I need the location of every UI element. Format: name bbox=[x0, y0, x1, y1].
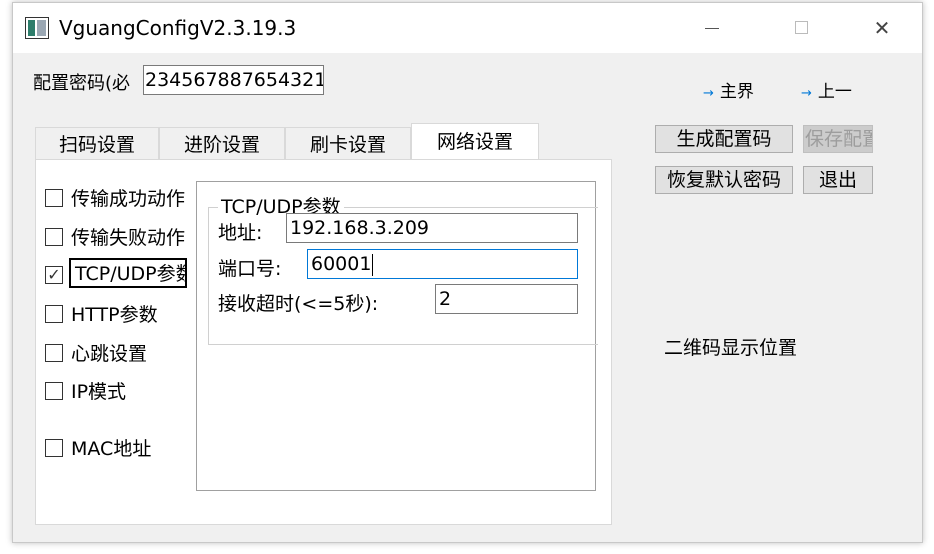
qr-code-placeholder: 二维码显示位置 bbox=[664, 337, 798, 359]
address-label: 地址: bbox=[218, 222, 263, 244]
window-title: VguangConfigV2.3.19.3 bbox=[59, 16, 297, 40]
app-window: VguangConfigV2.3.19.3 ✕ 配置密码(必 234567887… bbox=[12, 2, 923, 543]
tab-card-settings[interactable]: 刷卡设置 bbox=[285, 127, 411, 159]
arrow-icon: → bbox=[801, 86, 812, 101]
check-icon: ✓ bbox=[47, 265, 61, 284]
minimize-button[interactable] bbox=[689, 9, 735, 47]
port-value: 60001 bbox=[311, 253, 372, 275]
nav-main-link[interactable]: → 主界 bbox=[703, 77, 754, 102]
checkbox-label: 传输成功动作 bbox=[71, 188, 186, 210]
checkbox-box[interactable] bbox=[45, 344, 63, 362]
checkbox-label: 心跳设置 bbox=[71, 343, 148, 365]
save-config-label: 保存配置 bbox=[804, 128, 872, 150]
address-input[interactable]: 192.168.3.209 bbox=[286, 213, 578, 243]
restore-default-password-button[interactable]: 恢复默认密码 bbox=[655, 166, 793, 194]
checkbox-box[interactable] bbox=[45, 439, 63, 457]
exit-button[interactable]: 退出 bbox=[803, 166, 873, 194]
checkbox-mac-address[interactable]: MAC地址 bbox=[45, 436, 187, 462]
checkbox-box[interactable] bbox=[45, 382, 63, 400]
checkbox-box[interactable] bbox=[45, 228, 63, 246]
maximize-icon bbox=[795, 21, 808, 34]
arrow-icon: → bbox=[703, 86, 714, 101]
checkbox-label: TCP/UDP参数 bbox=[69, 258, 187, 288]
checkbox-label: IP模式 bbox=[71, 381, 127, 403]
nav-prev-link[interactable]: → 上一 bbox=[801, 77, 867, 102]
checkbox-box[interactable] bbox=[45, 189, 63, 207]
checkbox-box[interactable]: ✓ bbox=[45, 266, 63, 284]
checkbox-box[interactable] bbox=[45, 305, 63, 323]
port-input[interactable]: 60001 bbox=[307, 249, 578, 279]
password-label: 配置密码(必 bbox=[33, 73, 131, 94]
timeout-label: 接收超时(<=5秒): bbox=[218, 293, 379, 315]
nav-prev-label: 上一 bbox=[817, 82, 852, 102]
title-bar[interactable]: VguangConfigV2.3.19.3 ✕ bbox=[13, 3, 922, 53]
text-caret bbox=[372, 253, 374, 276]
port-label: 端口号: bbox=[218, 258, 282, 280]
checkbox-label: MAC地址 bbox=[71, 438, 152, 460]
checkbox-label: 传输失败动作 bbox=[71, 227, 186, 249]
tab-scan-settings[interactable]: 扫码设置 bbox=[35, 127, 159, 159]
password-input[interactable]: 234567887654321 bbox=[143, 65, 324, 95]
checkbox-http[interactable]: HTTP参数 bbox=[45, 302, 187, 328]
checkbox-label: HTTP参数 bbox=[71, 304, 158, 326]
checkbox-tcp-udp[interactable]: ✓ TCP/UDP参数 bbox=[45, 258, 188, 294]
generate-config-button[interactable]: 生成配置码 bbox=[655, 125, 793, 153]
close-button[interactable]: ✕ bbox=[859, 9, 905, 47]
app-icon bbox=[25, 17, 49, 39]
checkbox-ip-mode[interactable]: IP模式 bbox=[45, 379, 187, 405]
checkbox-transfer-fail[interactable]: 传输失败动作 bbox=[45, 225, 187, 251]
timeout-input[interactable]: 2 bbox=[435, 284, 578, 314]
tab-advanced-settings[interactable]: 进阶设置 bbox=[159, 127, 285, 159]
nav-main-label: 主界 bbox=[719, 82, 754, 102]
close-icon: ✕ bbox=[873, 16, 891, 40]
maximize-button[interactable] bbox=[779, 9, 825, 47]
tab-network-settings[interactable]: 网络设置 bbox=[411, 123, 539, 159]
checkbox-transfer-success[interactable]: 传输成功动作 bbox=[45, 186, 187, 212]
checkbox-heartbeat[interactable]: 心跳设置 bbox=[45, 341, 187, 367]
save-config-button[interactable]: 保存配置 bbox=[803, 125, 873, 153]
minimize-icon bbox=[705, 28, 719, 29]
